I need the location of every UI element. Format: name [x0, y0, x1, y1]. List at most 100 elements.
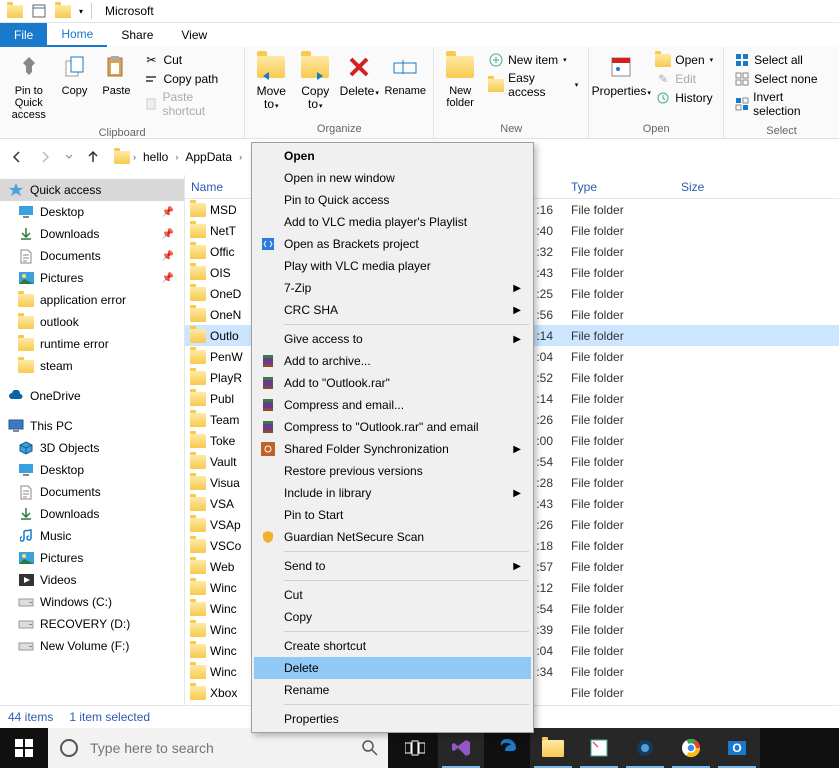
history-button[interactable]: History [651, 89, 717, 107]
context-menu-item[interactable]: Send to▶ [254, 555, 531, 577]
tab-share[interactable]: Share [107, 23, 167, 47]
paste-button[interactable]: Paste [95, 49, 137, 99]
sidebar-item[interactable]: outlook [0, 311, 184, 333]
sidebar-item[interactable]: 3D Objects [0, 437, 184, 459]
folder-icon [190, 413, 206, 427]
sidebar-item[interactable]: application error [0, 289, 184, 311]
context-menu-item[interactable]: Open [254, 145, 531, 167]
taskbar-app2-icon[interactable] [622, 728, 668, 768]
context-menu-item[interactable]: Pin to Quick access [254, 189, 531, 211]
qat-newfolder-icon[interactable] [52, 1, 74, 21]
sidebar-onedrive[interactable]: OneDrive [0, 385, 184, 407]
sidebar-item[interactable]: Music [0, 525, 184, 547]
copy-button[interactable]: Copy [54, 49, 96, 99]
copy-to-button[interactable]: Copy to▾ [293, 49, 337, 113]
qat-dropdown-icon[interactable]: ▾ [76, 7, 86, 16]
start-button[interactable] [0, 728, 48, 768]
chevron-right-icon[interactable]: › [174, 152, 179, 162]
select-none-button[interactable]: Select none [730, 70, 833, 88]
context-menu-item[interactable]: Shared Folder Synchronization▶ [254, 438, 531, 460]
context-menu-item[interactable]: Include in library▶ [254, 482, 531, 504]
sidebar-item[interactable]: runtime error [0, 333, 184, 355]
sidebar-item[interactable]: Pictures📌 [0, 267, 184, 289]
select-all-button[interactable]: Select all [730, 51, 833, 69]
context-menu-item[interactable]: Restore previous versions [254, 460, 531, 482]
sidebar-item[interactable]: Desktop [0, 459, 184, 481]
search-input[interactable] [90, 740, 352, 756]
sidebar-item[interactable]: Downloads📌 [0, 223, 184, 245]
context-menu-item[interactable]: Add to VLC media player's Playlist [254, 211, 531, 233]
copy-path-button[interactable]: Copy path [139, 70, 238, 88]
address-bar[interactable]: › hello › AppData › [110, 145, 247, 169]
properties-button[interactable]: Properties▾ [593, 49, 649, 100]
context-menu-item[interactable]: Compress to "Outlook.rar" and email [254, 416, 531, 438]
taskbar-search[interactable] [48, 728, 388, 768]
context-menu-item[interactable]: Play with VLC media player [254, 255, 531, 277]
chevron-right-icon[interactable]: › [238, 152, 243, 162]
sidebar-item[interactable]: Documents📌 [0, 245, 184, 267]
qat-properties-icon[interactable] [28, 1, 50, 21]
context-menu-item[interactable]: Properties [254, 708, 531, 730]
sidebar-item[interactable]: Videos [0, 569, 184, 591]
sidebar-item[interactable]: Windows (C:) [0, 591, 184, 613]
tab-home[interactable]: Home [47, 23, 107, 47]
context-menu-label: Add to "Outlook.rar" [284, 376, 390, 390]
breadcrumb-segment[interactable]: AppData [181, 150, 236, 164]
tab-file[interactable]: File [0, 23, 47, 47]
sidebar-item[interactable]: steam [0, 355, 184, 377]
context-menu-item[interactable]: Rename [254, 679, 531, 701]
context-menu-item[interactable]: Add to archive... [254, 350, 531, 372]
context-menu-item[interactable]: Copy [254, 606, 531, 628]
new-folder-button[interactable]: New folder [438, 49, 482, 111]
up-button[interactable] [82, 146, 104, 168]
context-menu-item[interactable]: Delete [254, 657, 531, 679]
rename-button[interactable]: Rename [381, 49, 429, 99]
context-menu-item[interactable]: Compress and email... [254, 394, 531, 416]
move-to-button[interactable]: Move to▾ [249, 49, 293, 113]
context-menu-item[interactable]: Pin to Start [254, 504, 531, 526]
sidebar-item[interactable]: Downloads [0, 503, 184, 525]
recent-locations-button[interactable] [62, 146, 76, 168]
invert-selection-button[interactable]: Invert selection [730, 89, 833, 119]
taskbar-explorer-icon[interactable] [530, 728, 576, 768]
context-menu-item[interactable]: Guardian NetSecure Scan [254, 526, 531, 548]
column-type[interactable]: Type [565, 180, 675, 194]
forward-button[interactable] [34, 146, 56, 168]
back-button[interactable] [6, 146, 28, 168]
taskbar-chrome-icon[interactable] [668, 728, 714, 768]
easy-access-button[interactable]: Easy access▾ [484, 70, 582, 100]
new-item-button[interactable]: New item▾ [484, 51, 582, 69]
sidebar-item[interactable]: Documents [0, 481, 184, 503]
context-menu-item[interactable]: 7-Zip▶ [254, 277, 531, 299]
context-menu-item[interactable]: Create shortcut [254, 635, 531, 657]
sidebar-item[interactable]: New Volume (F:) [0, 635, 184, 657]
task-view-button[interactable] [392, 728, 438, 768]
taskbar-app1-icon[interactable] [576, 728, 622, 768]
breadcrumb-segment[interactable]: hello [139, 150, 172, 164]
sidebar-quick-access[interactable]: Quick access [0, 179, 184, 201]
cut-button[interactable]: ✂Cut [139, 51, 238, 69]
context-menu-item[interactable]: Open in new window [254, 167, 531, 189]
sidebar-item[interactable]: RECOVERY (D:) [0, 613, 184, 635]
chevron-right-icon[interactable]: › [132, 152, 137, 162]
sidebar-item[interactable]: Desktop📌 [0, 201, 184, 223]
context-menu-item[interactable]: Add to "Outlook.rar" [254, 372, 531, 394]
taskbar-vs-icon[interactable] [438, 728, 484, 768]
column-size[interactable]: Size [675, 180, 755, 194]
context-menu-item[interactable]: Open as Brackets project [254, 233, 531, 255]
context-menu-item[interactable]: Give access to▶ [254, 328, 531, 350]
group-organize-label: Organize [245, 121, 433, 138]
context-menu-item[interactable]: Cut [254, 584, 531, 606]
delete-button[interactable]: Delete▾ [337, 49, 381, 100]
file-type: File folder [565, 371, 675, 385]
context-menu-item[interactable]: CRC SHA▶ [254, 299, 531, 321]
open-button[interactable]: Open▾ [651, 51, 717, 69]
taskbar-outlook-icon[interactable]: O [714, 728, 760, 768]
tab-view[interactable]: View [167, 23, 221, 47]
taskbar-edge-icon[interactable] [484, 728, 530, 768]
sidebar-this-pc[interactable]: This PC [0, 415, 184, 437]
sidebar-item[interactable]: Pictures [0, 547, 184, 569]
file-type: File folder [565, 266, 675, 280]
pin-to-quick-access-button[interactable]: Pin to Quick access [4, 49, 54, 123]
file-name: Offic [210, 245, 234, 259]
